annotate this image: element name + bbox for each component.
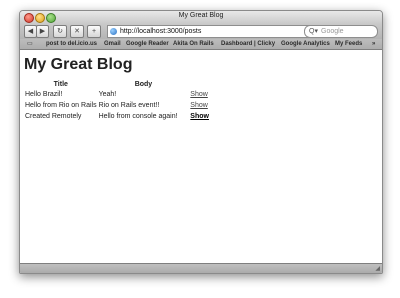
show-link[interactable]: Show (190, 113, 209, 120)
browser-window: My Great Blog ◀ ▶ ↻ ✕ + http://localhost… (19, 10, 383, 274)
post-title-cell: Hello Brazil! (25, 91, 63, 98)
table-row: Hello Brazil! Yeah! Show (24, 89, 210, 100)
bookmarks-bar: ▭ post to del.icio.us Gmail Google Reade… (20, 39, 382, 50)
search-placeholder: Google (321, 28, 344, 35)
bookmark-item[interactable]: Dashboard | Clicky (221, 39, 275, 49)
reload-icon: ↻ (57, 28, 63, 35)
show-link[interactable]: Show (190, 91, 208, 98)
add-bookmark-icon: + (91, 28, 97, 35)
bookmark-item[interactable]: post to del.icio.us (46, 39, 97, 49)
bookmark-item[interactable]: Gmail (104, 39, 121, 49)
window-title: My Great Blog (178, 12, 224, 19)
bookmark-item[interactable]: Google Analytics (281, 39, 330, 49)
bookmark-item[interactable]: My Feeds (335, 39, 362, 49)
show-link[interactable]: Show (190, 102, 208, 109)
page-content: My Great Blog Title Body Hello Brazil! Y… (20, 50, 382, 263)
post-body-cell: Hello from console again! (98, 113, 178, 120)
bookmarks-book-icon[interactable]: ▭ (27, 39, 33, 49)
stop-icon: ✕ (74, 28, 80, 35)
bookmark-item[interactable]: Google Reader (126, 39, 169, 49)
table-row: Created Remotely Hello from console agai… (24, 111, 210, 122)
posts-table: Title Body Hello Brazil! Yeah! Show Hell… (24, 79, 210, 122)
post-title-cell: Created Remotely (25, 113, 82, 120)
status-bar: ◢ (20, 263, 382, 273)
post-title-cell: Hello from Rio on Rails (25, 102, 97, 109)
add-bookmark-button[interactable]: + (87, 25, 101, 38)
stop-button[interactable]: ✕ (70, 25, 84, 38)
page-title: My Great Blog (24, 56, 133, 73)
resize-grip-icon[interactable]: ◢ (375, 265, 380, 272)
bookmark-item[interactable]: Akita On Rails (173, 39, 214, 49)
column-header-title: Title (53, 80, 68, 88)
search-icon: Q▾ (309, 28, 318, 35)
forward-arrow-icon: ▶ (39, 28, 46, 35)
address-bar[interactable]: http://localhost:3000/posts ▼ (107, 25, 327, 38)
back-arrow-icon: ◀ (27, 28, 34, 35)
post-body-cell: Rio on Rails event!! (98, 102, 160, 109)
search-field[interactable]: Q▾ Google (304, 25, 378, 38)
bookmarks-overflow-icon[interactable]: » (372, 39, 375, 49)
title-bar: My Great Blog (20, 11, 382, 24)
forward-button[interactable]: ▶ (36, 25, 49, 38)
browser-toolbar: ◀ ▶ ↻ ✕ + http://localhost:3000/posts ▼ … (20, 24, 382, 39)
globe-icon (110, 28, 117, 35)
column-header-body: Body (134, 80, 153, 88)
url-text: http://localhost:3000/posts (120, 28, 202, 35)
column-header-actions (189, 79, 210, 89)
post-body-cell: Yeah! (98, 91, 117, 98)
reload-button[interactable]: ↻ (53, 25, 67, 38)
table-row: Hello from Rio on Rails Rio on Rails eve… (24, 100, 210, 111)
